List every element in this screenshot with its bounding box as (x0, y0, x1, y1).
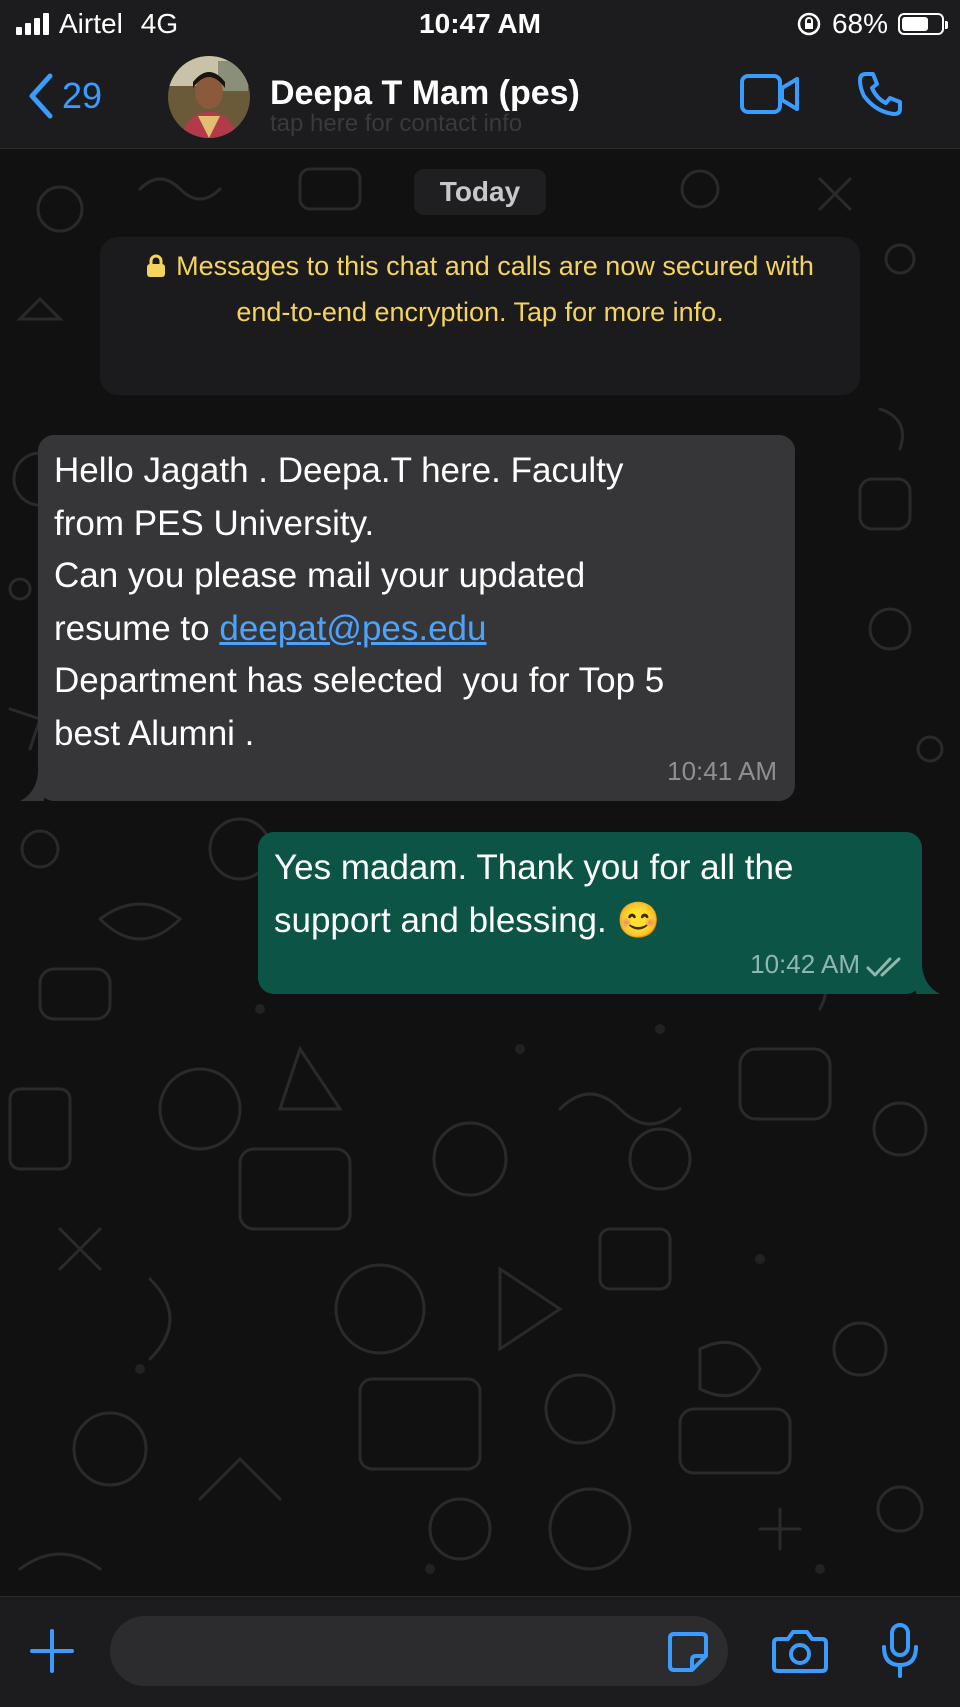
avatar[interactable] (168, 56, 250, 138)
bubble-tail (20, 773, 44, 801)
encryption-notice[interactable]: Messages to this chat and calls are now … (100, 237, 860, 395)
camera-icon[interactable] (772, 1627, 828, 1673)
voice-call-button[interactable] (856, 70, 904, 123)
double-check-icon (866, 957, 901, 977)
bubble-tail (916, 966, 940, 994)
message-incoming[interactable]: Hello Jagath . Deepa.T here. Faculty fro… (20, 435, 795, 801)
chat-area[interactable]: Today Messages to this chat and calls ar… (0, 149, 960, 1596)
status-bar: Airtel 4G 10:47 AM 68% (0, 0, 960, 50)
chat-header: 29 Deepa T Mam (pes) tap here for contac… (0, 50, 960, 149)
message-text-part: Department has selected you for Top 5 be… (54, 661, 665, 753)
contact-info-hint[interactable]: tap here for contact info (270, 110, 522, 138)
sticker-icon[interactable] (666, 1630, 710, 1674)
back-chevron-icon (29, 73, 53, 119)
phone-icon (858, 72, 902, 116)
email-link[interactable]: deepat@pes.edu (219, 609, 486, 648)
video-call-button[interactable] (740, 72, 800, 121)
message-input-bar (0, 1596, 960, 1707)
message-time: 10:42 AM (750, 949, 860, 979)
rotation-lock-icon (797, 12, 821, 36)
unread-count: 29 (62, 75, 103, 116)
lock-icon (147, 254, 166, 277)
message-time: 10:41 AM (667, 756, 777, 786)
mic-icon[interactable] (880, 1623, 920, 1679)
battery-percent: 68% (831, 8, 888, 39)
message-text: Yes madam. Thank you for all the support… (274, 848, 794, 940)
battery-icon (898, 13, 948, 35)
status-right: 68% (796, 8, 948, 40)
battery-fill (902, 17, 928, 31)
contact-name[interactable]: Deepa T Mam (pes) (270, 74, 580, 113)
plus-icon[interactable] (28, 1627, 76, 1675)
video-call-icon (740, 74, 799, 114)
message-text: Hello Jagath . Deepa.T here. Faculty fro… (54, 445, 774, 760)
back-button[interactable]: 29 (26, 72, 102, 120)
encryption-notice-text: Messages to this chat and calls are now … (176, 251, 814, 327)
message-outgoing[interactable]: Yes madam. Thank you for all the support… (258, 832, 940, 994)
date-separator: Today (414, 169, 546, 215)
message-input[interactable] (110, 1616, 728, 1686)
